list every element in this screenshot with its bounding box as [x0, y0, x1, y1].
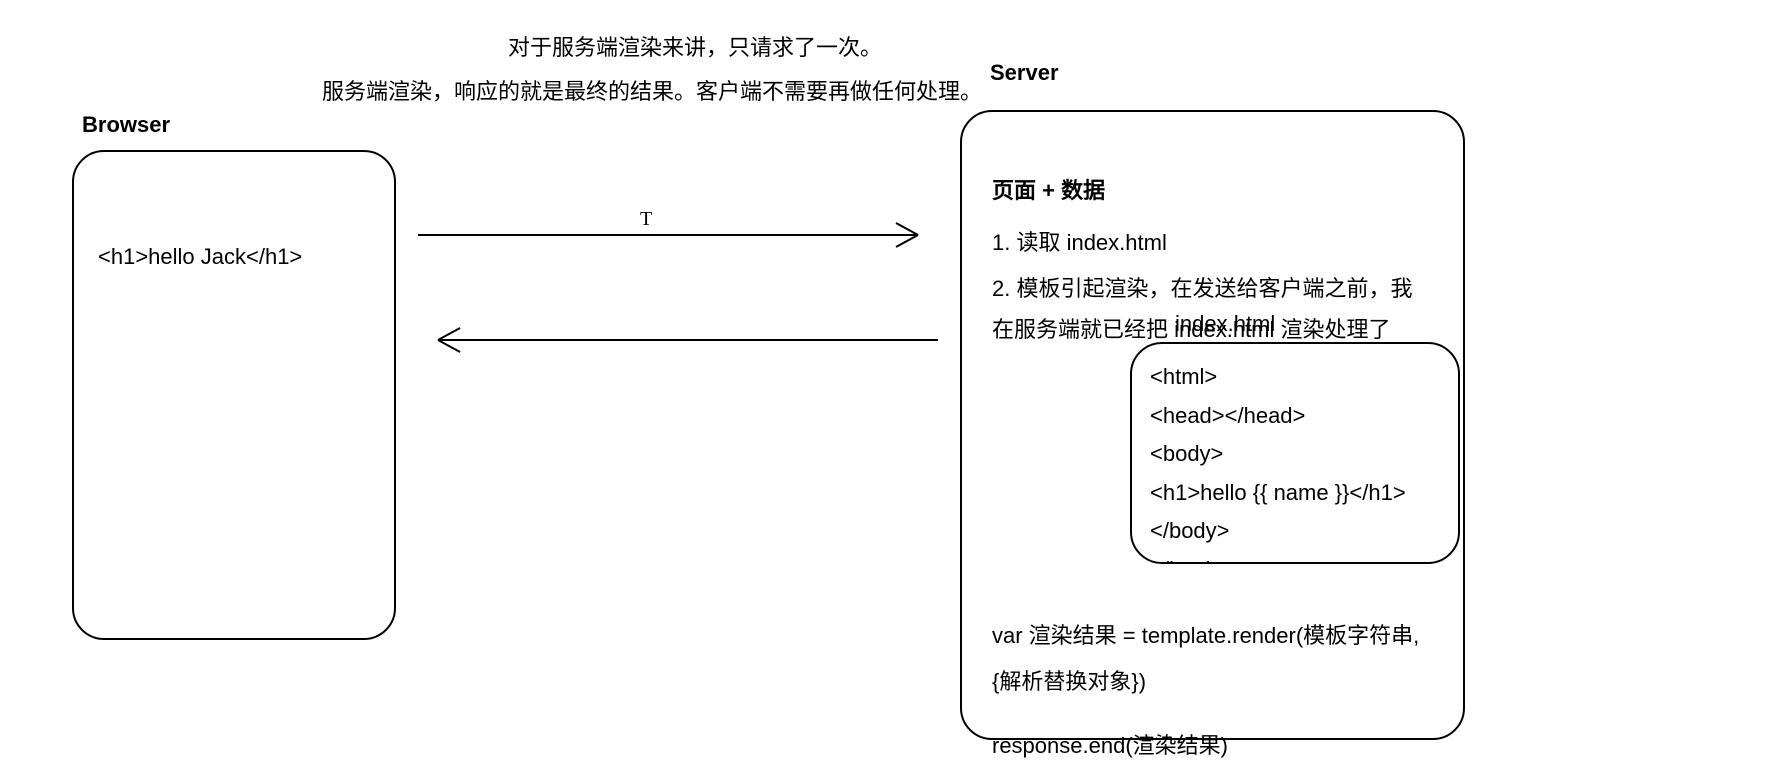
browser-content: <h1>hello Jack</h1> — [98, 236, 370, 278]
arrow-browser-to-server-icon — [418, 215, 938, 255]
index-line-1: <html> — [1150, 358, 1440, 397]
arrow-caret-marker: T — [640, 208, 652, 231]
index-line-6: </html> — [1150, 551, 1440, 565]
server-render-call-2: {解析替换对象}) — [992, 661, 1433, 703]
index-file-label: index.html — [1175, 311, 1275, 337]
server-response: response.end(渲染结果) — [992, 725, 1433, 767]
server-step-2: 2. 模板引起渲染，在发送给客户端之前，我在服务端就已经把 index.html… — [992, 268, 1433, 352]
server-label: Server — [990, 60, 1059, 86]
index-line-2: <head></head> — [1150, 397, 1440, 436]
caption-line-1: 对于服务端渲染来讲，只请求了一次。 — [508, 30, 882, 62]
index-line-5: </body> — [1150, 512, 1440, 551]
index-line-4: <h1>hello {{ name }}</h1> — [1150, 474, 1440, 513]
server-step-1: 1. 读取 index.html — [992, 222, 1433, 264]
arrow-server-to-browser-icon — [418, 320, 938, 360]
index-line-3: <body> — [1150, 435, 1440, 474]
index-file-box: <html> <head></head> <body> <h1>hello {{… — [1130, 342, 1460, 564]
browser-label: Browser — [82, 112, 170, 138]
server-heading: 页面 + 数据 — [992, 170, 1433, 212]
browser-box: <h1>hello Jack</h1> — [72, 150, 396, 640]
caption-line-2: 服务端渲染，响应的就是最终的结果。客户端不需要再做任何处理。 — [322, 74, 982, 106]
server-render-call-1: var 渲染结果 = template.render(模板字符串, — [992, 615, 1433, 657]
